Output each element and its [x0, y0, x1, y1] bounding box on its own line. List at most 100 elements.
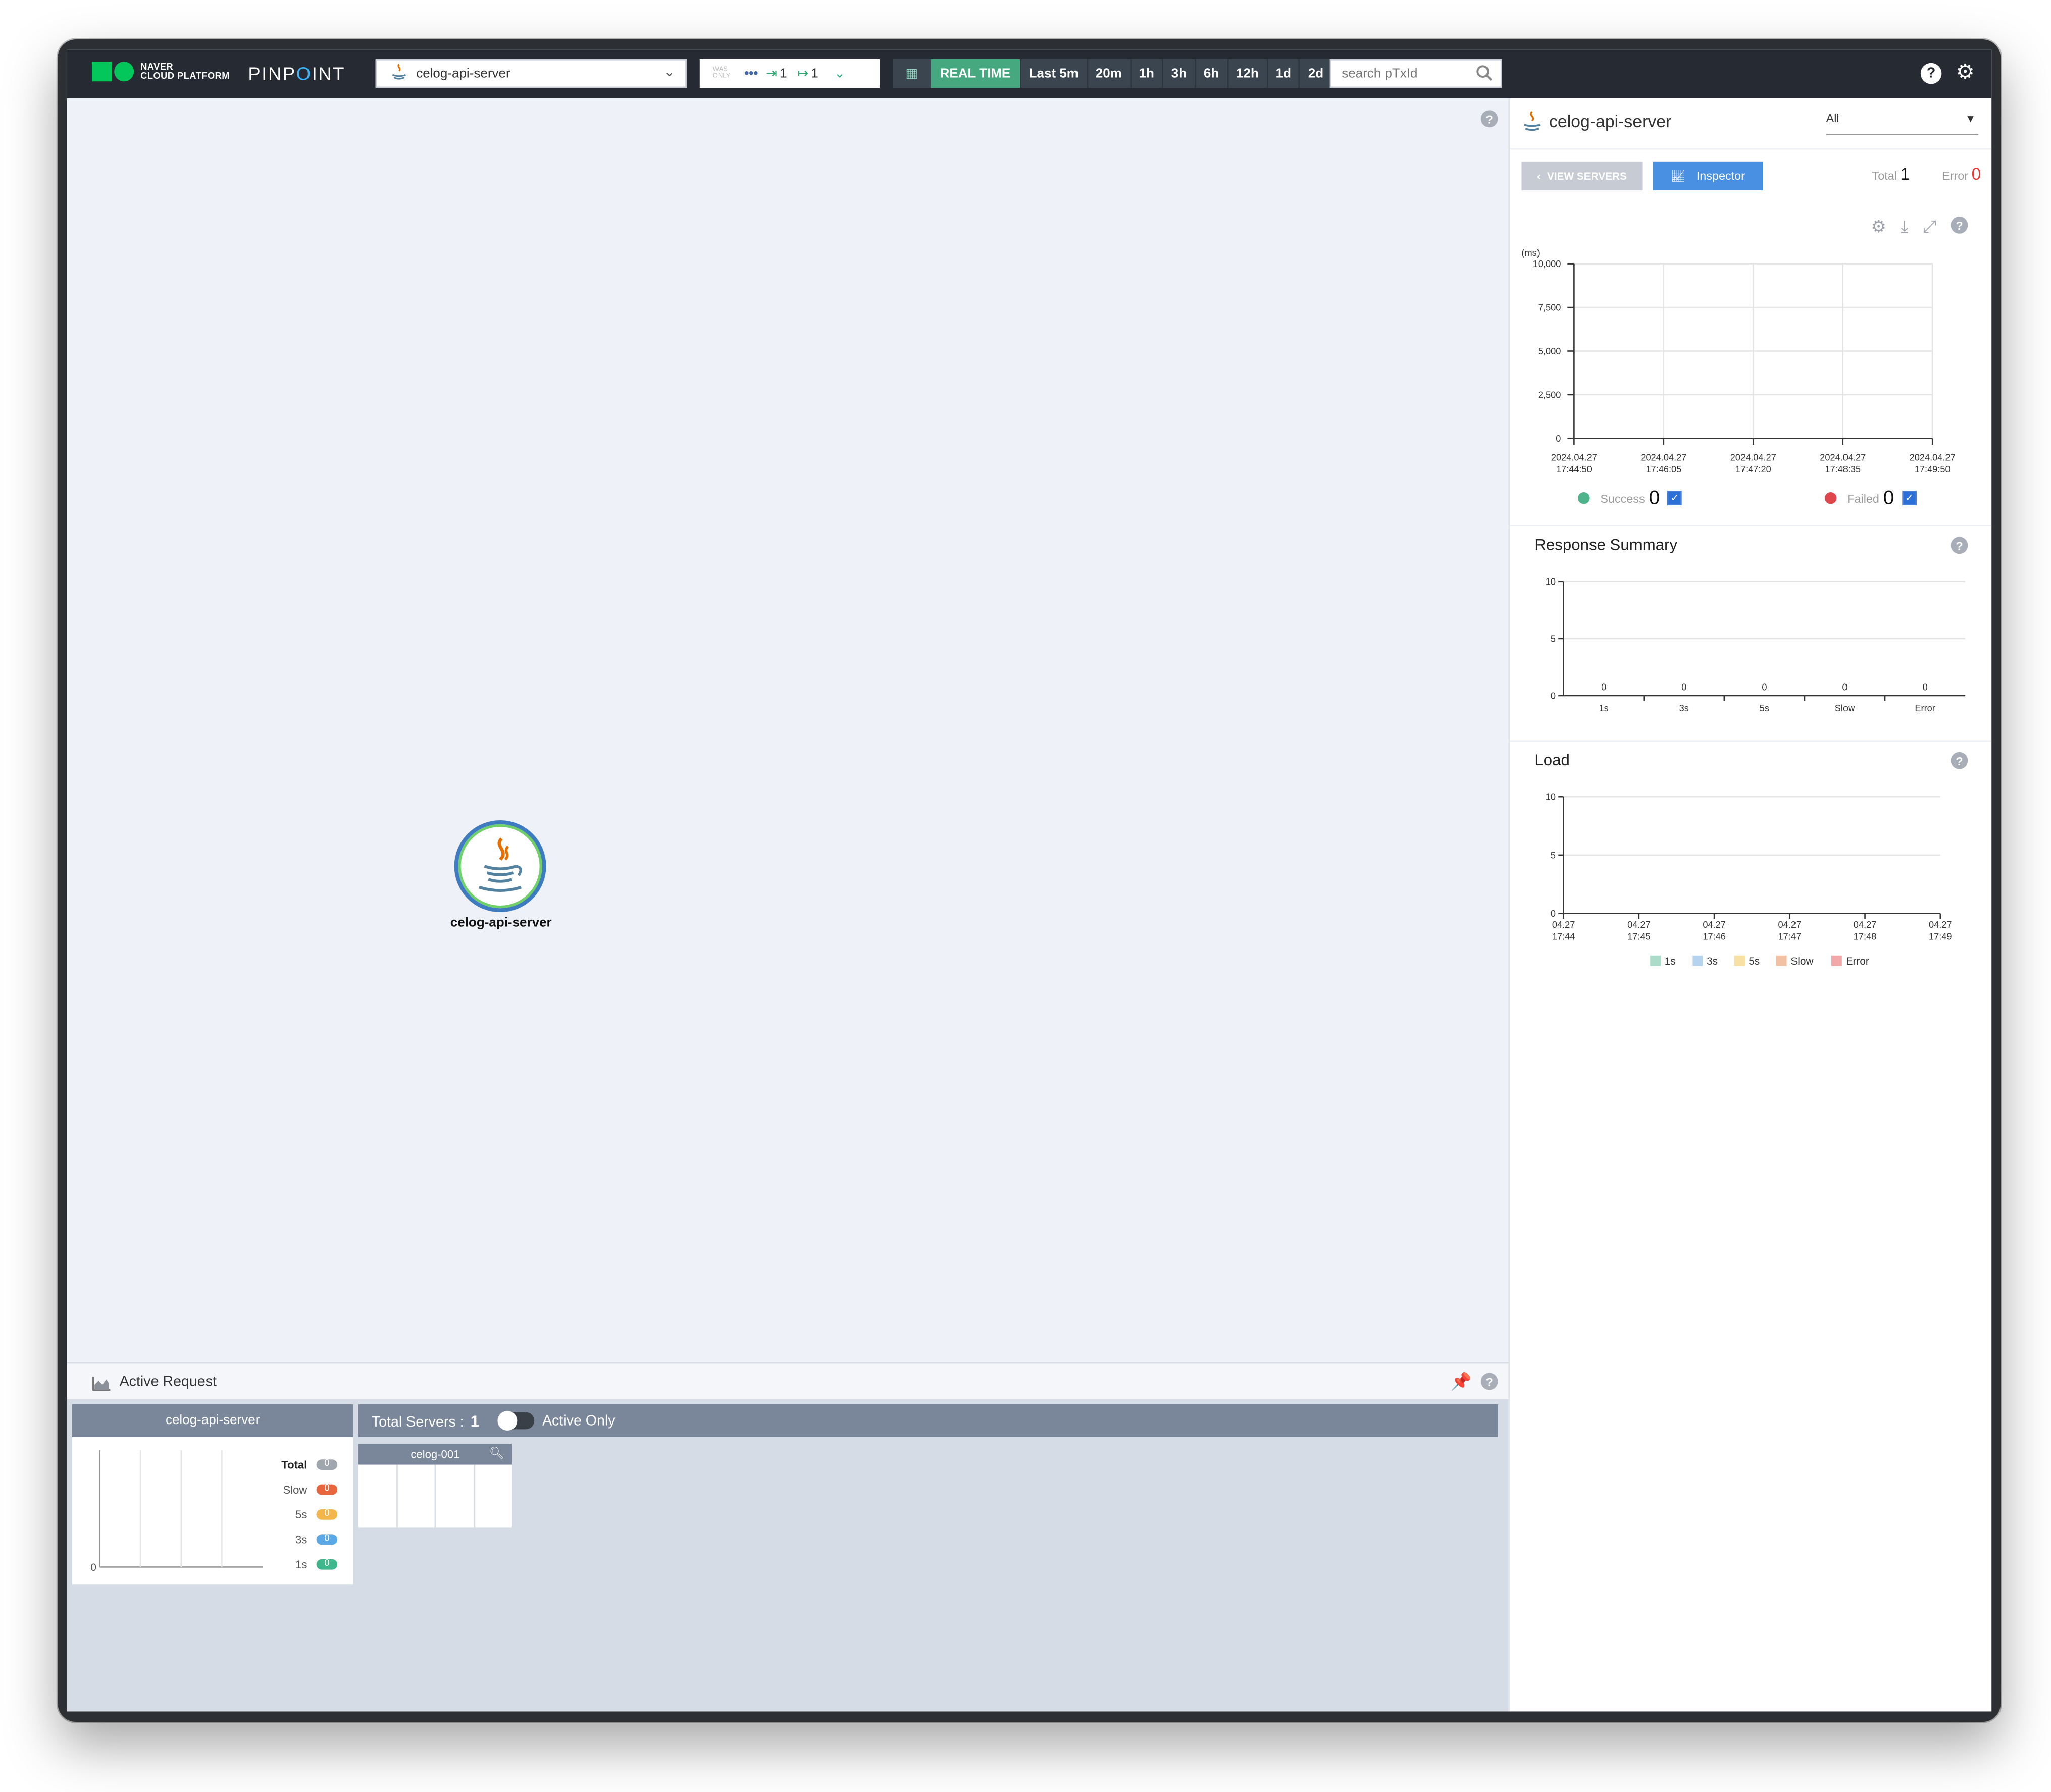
- legend-name: Total: [281, 1457, 307, 1471]
- success-checkbox[interactable]: ✓: [1667, 491, 1682, 505]
- help-icon[interactable]: ?: [1951, 752, 1968, 769]
- legend-name: 3s: [295, 1532, 307, 1546]
- divider: [1510, 740, 1992, 742]
- server-card[interactable]: celog-001 🔍︎: [358, 1444, 512, 1528]
- active-only-toggle[interactable]: [497, 1411, 535, 1431]
- product-title-o: O: [296, 63, 312, 84]
- y-axis-unit: (ms): [1521, 248, 1540, 258]
- logo-square-icon: [92, 62, 112, 82]
- time-option-20m[interactable]: 20m: [1086, 59, 1130, 88]
- server-name: celog-001: [411, 1447, 460, 1461]
- x-tick-time: 17:45: [1627, 932, 1651, 942]
- x-tick-label: 1s: [1599, 703, 1609, 713]
- failed-checkbox[interactable]: ✓: [1902, 491, 1917, 505]
- x-tick-date: 2024.04.27: [1551, 453, 1597, 463]
- outbound-count: 1: [811, 66, 818, 81]
- agent-select[interactable]: All ▼: [1826, 112, 1979, 135]
- axis-zero-label: 0: [90, 1562, 96, 1573]
- agent-select-value: All: [1826, 111, 1839, 125]
- naver-logo[interactable]: NAVER CLOUD PLATFORM: [92, 62, 230, 82]
- success-legend: Success 0 ✓: [1578, 487, 1682, 509]
- x-tick-label: 5s: [1760, 703, 1769, 713]
- legend-count-badge: 0: [316, 1484, 338, 1495]
- total-label: Total: [1872, 169, 1897, 183]
- error-label: Error: [1942, 169, 1969, 183]
- view-servers-button[interactable]: ‹ VIEW SERVERS: [1521, 161, 1643, 190]
- x-tick-date: 2024.04.27: [1910, 453, 1956, 463]
- map-node[interactable]: celog-api-server: [450, 820, 552, 938]
- help-icon[interactable]: ?: [1951, 537, 1968, 554]
- chevron-down-icon[interactable]: ⌄: [834, 66, 845, 81]
- x-tick-label: Error: [1915, 703, 1935, 713]
- time-option-12h[interactable]: 12h: [1226, 59, 1267, 88]
- x-tick-date: 04.27: [1929, 920, 1952, 930]
- legend-swatch: [1734, 955, 1745, 966]
- time-option-6h[interactable]: 6h: [1194, 59, 1227, 88]
- total-servers-value: 1: [470, 1411, 480, 1430]
- browser-window: NAVER CLOUD PLATFORM PINPOINT celog-api-…: [58, 39, 2001, 1722]
- brand-line2: CLOUD PLATFORM: [140, 71, 230, 81]
- desktop: NAVER CLOUD PLATFORM PINPOINT celog-api-…: [0, 0, 2050, 1791]
- product-title[interactable]: PINPOINT: [248, 63, 345, 84]
- failed-dot-icon: [1824, 492, 1837, 504]
- server-card-grid: [358, 1464, 512, 1528]
- y-tick-label: 0: [1551, 691, 1556, 701]
- active-request-app-name: celog-api-server: [72, 1404, 353, 1437]
- help-icon[interactable]: ?: [1480, 110, 1498, 128]
- panel-app-row: celog-api-server All ▼: [1510, 98, 1992, 150]
- help-icon[interactable]: ?: [1920, 63, 1942, 84]
- search-icon[interactable]: [1475, 64, 1493, 85]
- gear-icon[interactable]: ⚙: [1871, 217, 1886, 238]
- legend-3s: 3s 0: [281, 1526, 338, 1551]
- search-icon[interactable]: 🔍︎: [489, 1446, 504, 1461]
- download-icon[interactable]: ⤓: [1901, 217, 1908, 238]
- search-input[interactable]: [1339, 65, 1476, 82]
- was-only-label: WAS ONLY: [712, 66, 731, 80]
- error-value: 0: [1971, 164, 1981, 184]
- area-chart-icon: [92, 1374, 111, 1398]
- request-counts: Total 1 Error 0: [1872, 164, 1981, 184]
- bar-value-label: 0: [1681, 682, 1686, 693]
- inspector-button[interactable]: 📈︎ Inspector: [1653, 161, 1763, 190]
- help-icon[interactable]: ?: [1480, 1373, 1498, 1390]
- inspector-label: Inspector: [1696, 169, 1746, 183]
- legend-swatch: [1692, 955, 1703, 966]
- pin-icon[interactable]: 📌: [1451, 1372, 1472, 1393]
- active-request-app-card: celog-api-server 0 Total 0 Slow 0 5s 0 3s 0 …: [72, 1404, 353, 1585]
- x-tick-time: 17:46:05: [1646, 464, 1681, 475]
- response-time-scatter-chart[interactable]: (ms)10,0007,5005,0002,50002024.04.2717:4…: [1510, 240, 1982, 477]
- application-select[interactable]: celog-api-server ⌄: [375, 59, 687, 88]
- x-tick-label: Slow: [1835, 703, 1855, 713]
- legend-label: 1s: [1665, 956, 1676, 967]
- bar-value-label: 0: [1842, 682, 1847, 693]
- agent-filter[interactable]: WAS ONLY ••• ⇥ 1 ↦ 1 ⌄: [699, 59, 880, 88]
- success-dot-icon: [1578, 492, 1590, 504]
- success-label: Success: [1600, 491, 1645, 505]
- response-summary-chart: 10 5 0 0 1s 0 3s 0 5s 0 Slow 0 Error: [1546, 576, 1966, 713]
- gear-icon[interactable]: ⚙: [1955, 62, 1976, 84]
- expand-icon[interactable]: ⤢: [1923, 217, 1936, 238]
- time-option-3h[interactable]: 3h: [1162, 59, 1195, 88]
- more-dots-icon[interactable]: •••: [744, 66, 758, 81]
- legend-swatch: [1650, 955, 1661, 966]
- x-tick-date: 2024.04.27: [1730, 453, 1776, 463]
- y-tick-label: 7,500: [1538, 303, 1561, 313]
- help-icon[interactable]: ?: [1951, 216, 1968, 234]
- time-option-1h[interactable]: 1h: [1130, 59, 1162, 88]
- legend-label: 3s: [1707, 956, 1718, 967]
- calendar-icon[interactable]: ▦: [892, 59, 931, 88]
- y-tick-label: 5,000: [1538, 346, 1561, 356]
- chevron-down-icon: ⌄: [663, 66, 675, 80]
- logo-circle-icon: [114, 62, 134, 82]
- top-bar: NAVER CLOUD PLATFORM PINPOINT celog-api-…: [67, 49, 1992, 98]
- y-tick-label: 5: [1551, 850, 1556, 860]
- time-option-2d[interactable]: 2d: [1299, 59, 1331, 88]
- legend-total: Total 0: [281, 1452, 338, 1477]
- server-map[interactable]: ? celog-api-server: [67, 98, 1509, 1362]
- node-label: celog-api-server: [450, 916, 552, 931]
- time-option-last5m[interactable]: Last 5m: [1019, 59, 1087, 88]
- realtime-button[interactable]: REAL TIME: [931, 59, 1020, 88]
- product-title-part1: PINP: [248, 63, 296, 84]
- time-option-1d[interactable]: 1d: [1266, 59, 1299, 88]
- legend-5s: 5s 0: [281, 1501, 338, 1526]
